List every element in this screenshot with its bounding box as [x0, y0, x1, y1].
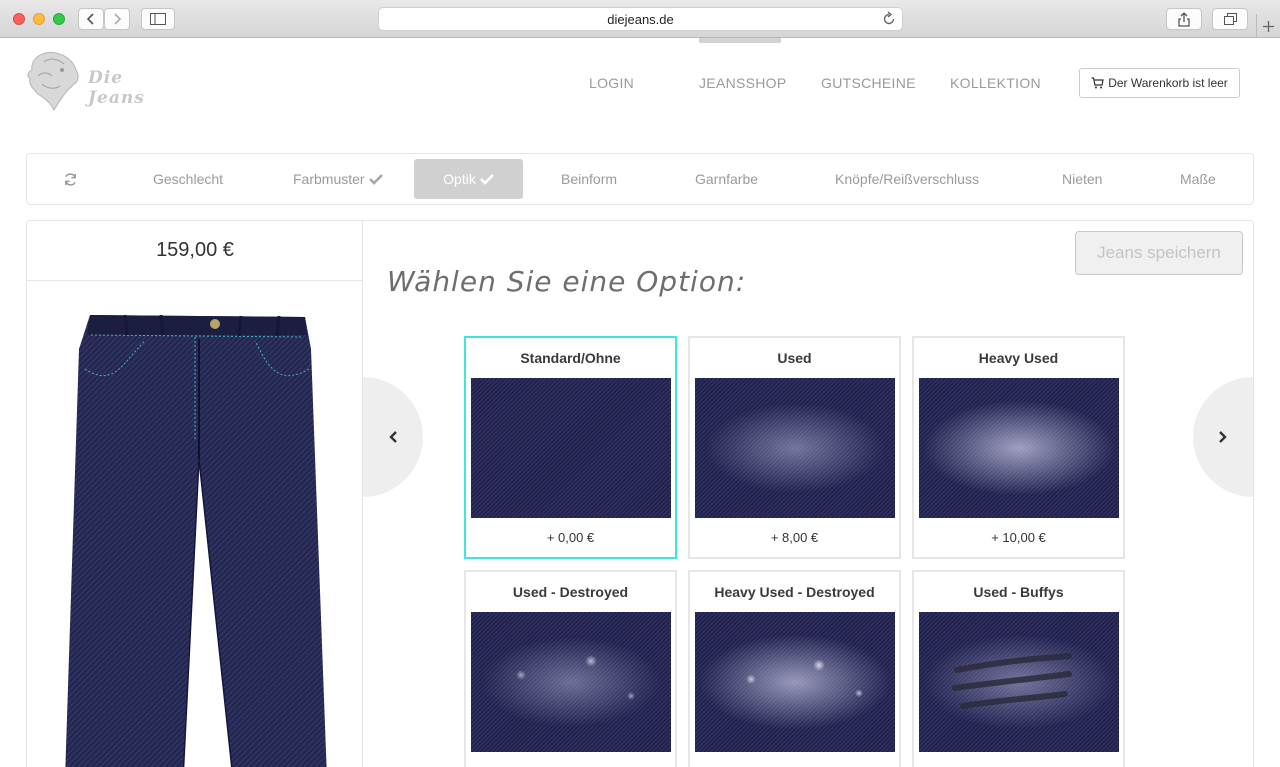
chevron-left-icon	[86, 13, 94, 25]
option-price: + 0,00 €	[546, 530, 595, 545]
share-button[interactable]	[1166, 8, 1202, 30]
shopping-cart-icon	[1091, 77, 1104, 89]
option-card-used[interactable]: Used + 8,00 €	[688, 336, 901, 559]
step-label: Farbmuster	[293, 171, 365, 187]
brand-name: Die Jeans	[88, 68, 145, 108]
browser-toolbar: diejeans.de	[0, 0, 1280, 38]
option-title: Standard/Ohne	[520, 350, 621, 366]
step-label: Knöpfe/Reißverschluss	[835, 171, 979, 187]
nav-gutscheine[interactable]: GUTSCHEINE	[821, 75, 916, 91]
step-label: Maße	[1180, 171, 1216, 187]
configurator-steps: Geschlecht Farbmuster Optik Beinform Gar…	[26, 153, 1254, 205]
tabs-icon	[1223, 13, 1237, 25]
jeans-preview-image	[65, 314, 327, 767]
nav-kollektion[interactable]: KOLLEKTION	[950, 75, 1041, 91]
prev-options-button[interactable]	[363, 377, 423, 497]
buffy-lines	[952, 653, 1072, 709]
step-label: Garnfarbe	[695, 171, 759, 187]
save-jeans-button[interactable]: Jeans speichern	[1075, 231, 1243, 275]
option-title: Used	[777, 350, 812, 366]
option-card-heavy-used-destroyed[interactable]: Heavy Used - Destroyed	[688, 570, 901, 767]
nav-active-indicator	[699, 38, 781, 43]
step-nieten[interactable]: Nieten	[1062, 154, 1102, 204]
close-window-button[interactable]	[13, 13, 25, 25]
plus-icon	[1263, 20, 1274, 32]
cart-button[interactable]: Der Warenkorb ist leer	[1079, 68, 1240, 98]
reload-icon[interactable]	[882, 11, 896, 27]
forward-button[interactable]	[104, 8, 130, 30]
nav-jeansshop[interactable]: JEANSSHOP	[699, 75, 787, 91]
check-icon	[368, 174, 383, 185]
sidebar-toggle-button[interactable]	[141, 8, 175, 30]
minimize-window-button[interactable]	[33, 13, 45, 25]
address-text: diejeans.de	[607, 11, 674, 27]
preview-panel: 159,00 €	[27, 221, 363, 767]
step-optik[interactable]: Optik	[414, 159, 523, 199]
new-tab-button[interactable]	[1256, 14, 1280, 38]
step-knoepfe[interactable]: Knöpfe/Reißverschluss	[835, 154, 979, 204]
lion-logo-icon	[27, 51, 79, 112]
option-swatch	[471, 612, 671, 752]
step-label: Geschlecht	[153, 171, 224, 187]
cart-label: Der Warenkorb ist leer	[1108, 76, 1228, 90]
chevron-right-icon	[114, 13, 122, 25]
option-swatch	[695, 378, 895, 518]
option-price: + 10,00 €	[991, 530, 1046, 545]
option-swatch	[471, 378, 671, 518]
option-swatch	[695, 612, 895, 752]
reset-button[interactable]	[63, 154, 78, 204]
option-title: Heavy Used - Destroyed	[714, 584, 875, 600]
address-bar[interactable]: diejeans.de	[378, 7, 903, 31]
chevron-right-icon	[1219, 431, 1227, 443]
option-price: + 8,00 €	[770, 530, 819, 545]
step-label: Nieten	[1062, 171, 1103, 187]
configurator-panel: 159,00 € Wählen Sie eine Option: Jeans s…	[26, 220, 1254, 767]
option-title: Used - Buffys	[973, 584, 1064, 600]
zoom-window-button[interactable]	[53, 13, 65, 25]
step-masse[interactable]: Maße	[1180, 154, 1216, 204]
option-card-heavy-used[interactable]: Heavy Used + 10,00 €	[912, 336, 1125, 559]
option-title: Used - Destroyed	[512, 584, 629, 600]
options-headline: Wählen Sie eine Option:	[387, 265, 747, 298]
option-card-standard[interactable]: Standard/Ohne + 0,00 €	[464, 336, 677, 559]
chevron-left-icon	[389, 431, 397, 443]
back-button[interactable]	[78, 8, 104, 30]
sidebar-icon	[150, 13, 166, 25]
step-geschlecht[interactable]: Geschlecht	[153, 154, 223, 204]
next-options-button[interactable]	[1193, 377, 1253, 497]
share-icon	[1178, 11, 1190, 27]
product-price: 159,00 €	[27, 221, 363, 281]
step-garnfarbe[interactable]: Garnfarbe	[695, 154, 758, 204]
step-label: Beinform	[561, 171, 618, 187]
tabs-overview-button[interactable]	[1212, 8, 1248, 30]
option-title: Heavy Used	[978, 350, 1059, 366]
option-card-used-buffys[interactable]: Used - Buffys	[912, 570, 1125, 767]
option-card-used-destroyed[interactable]: Used - Destroyed	[464, 570, 677, 767]
check-icon	[479, 174, 494, 185]
option-swatch	[919, 378, 1119, 518]
option-swatch	[919, 612, 1119, 752]
site-logo[interactable]: Die Jeans	[24, 50, 184, 112]
step-label: Optik	[443, 171, 476, 187]
step-farbmuster[interactable]: Farbmuster	[293, 154, 383, 204]
step-beinform[interactable]: Beinform	[561, 154, 617, 204]
nav-login[interactable]: LOGIN	[589, 75, 634, 91]
refresh-icon	[65, 172, 76, 186]
